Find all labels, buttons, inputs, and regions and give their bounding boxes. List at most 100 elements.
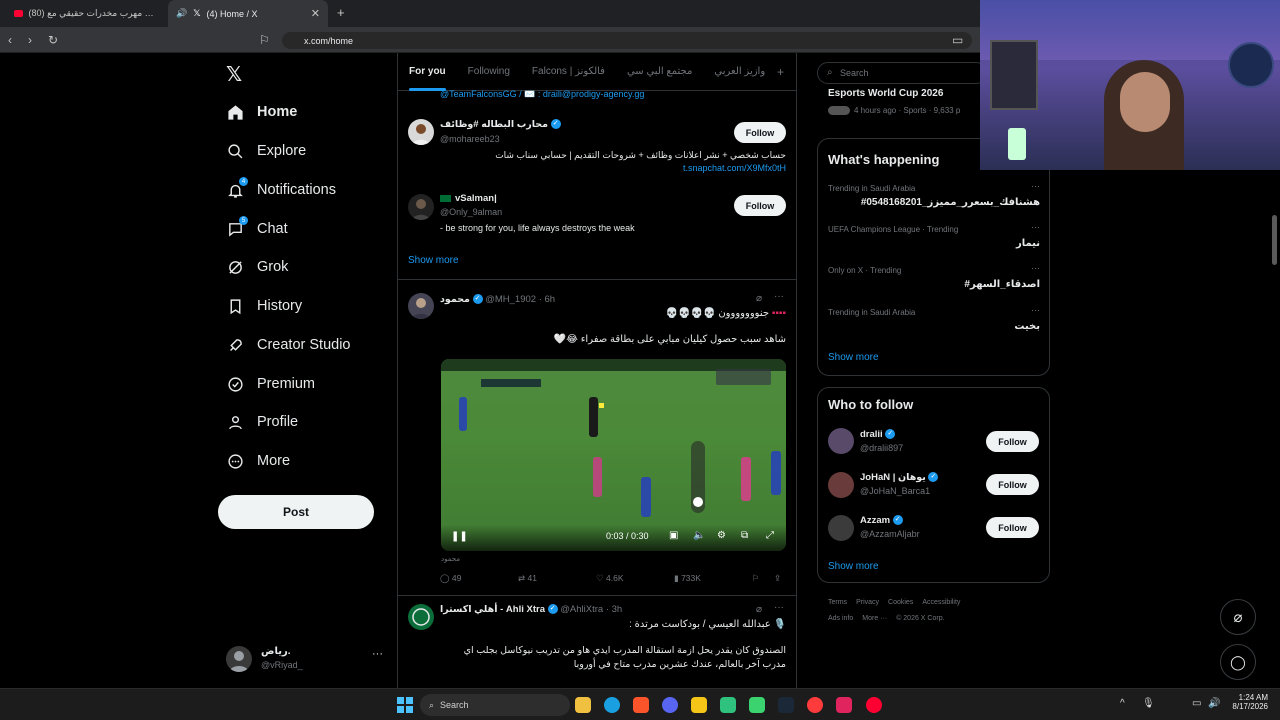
tab-pc-community[interactable]: مجتمع البي سي xyxy=(616,53,703,91)
tweet-avatar[interactable] xyxy=(408,604,434,630)
close-tab-icon[interactable]: ✕ xyxy=(311,7,320,20)
youtube-music-icon[interactable] xyxy=(866,697,882,713)
steam-icon[interactable] xyxy=(778,697,794,713)
tweet-more-icon[interactable]: ··· xyxy=(774,602,784,613)
suggestion-name[interactable]: محارب البطاله #وظائف ✓ xyxy=(440,119,561,130)
grok-small-icon[interactable]: ⌀ xyxy=(756,604,762,615)
tweet-author-name[interactable]: محمود xyxy=(440,294,470,305)
tweet-video[interactable]: ❚❚ 0:03 / 0:30 ▣ 🔈 ⚙ ⧉ ⤢ xyxy=(441,359,786,551)
trend-item[interactable]: Only on X · Trending ··· #اصدقاء_السهر xyxy=(828,263,1040,290)
trend-item[interactable]: UEFA Champions League · Trending ··· نيمار xyxy=(828,222,1040,249)
sidebar-item-creator-studio[interactable]: Creator Studio xyxy=(226,330,351,360)
tray-chevron-icon[interactable]: ^ xyxy=(1120,698,1125,709)
settings-icon[interactable]: ⚙ xyxy=(717,530,726,541)
suggestion-link[interactable]: t.snapchat.com/X9Mfx0tH xyxy=(438,163,786,173)
follow-avatar[interactable] xyxy=(828,515,854,541)
sidebar-item-history[interactable]: History xyxy=(226,291,302,321)
follow-button[interactable]: Follow xyxy=(986,517,1039,538)
footer-privacy[interactable]: Privacy xyxy=(856,599,879,606)
footer-cookies[interactable]: Cookies xyxy=(888,599,913,606)
tab-following[interactable]: Following xyxy=(457,53,521,91)
suggestion-avatar[interactable] xyxy=(408,194,434,220)
footer-ads-info[interactable]: Ads info xyxy=(828,615,853,622)
brave-icon[interactable] xyxy=(633,697,649,713)
sidebar-item-premium[interactable]: Premium xyxy=(226,369,315,399)
browser-tab-youtube[interactable]: (80) داهمت مهرب مخدرات حقيقي مع ... xyxy=(6,0,166,27)
views-button[interactable]: ▮ 733K xyxy=(674,573,701,584)
bookmark-tweet-icon[interactable]: ⚐ xyxy=(752,573,760,584)
app-icon[interactable] xyxy=(836,697,852,713)
volume-tray-icon[interactable]: 🔊 xyxy=(1208,698,1220,709)
follow-name[interactable]: dralii ✓ xyxy=(860,429,896,440)
page-scrollbar[interactable] xyxy=(1272,215,1277,265)
trend-more-icon[interactable]: ··· xyxy=(1031,305,1040,315)
follow-name[interactable]: JoHaN | يوهان ✓ xyxy=(860,472,939,483)
back-icon[interactable]: ‹ xyxy=(8,33,12,47)
pause-icon[interactable]: ❚❚ xyxy=(451,531,468,542)
follow-show-more[interactable]: Show more xyxy=(828,561,879,572)
footer-accessibility[interactable]: Accessibility xyxy=(922,599,960,606)
follow-button[interactable]: Follow xyxy=(986,431,1039,452)
reply-button[interactable]: ◯ 49 xyxy=(440,573,461,584)
account-switcher[interactable]: رياض. @vRiyad_ ··· xyxy=(226,644,386,674)
follow-button[interactable]: Follow xyxy=(734,195,786,216)
trend-item[interactable]: Trending in Saudi Arabia ··· #هشنافك_بسعرر… xyxy=(828,181,1040,208)
forward-icon[interactable]: › xyxy=(28,33,32,47)
footer-more[interactable]: More ··· xyxy=(862,615,887,622)
trend-more-icon[interactable]: ··· xyxy=(1031,222,1040,232)
grok-float-icon[interactable]: ⌀ xyxy=(1220,599,1256,635)
pip-icon[interactable]: ⧉ xyxy=(741,530,748,541)
trend-item[interactable]: Trending in Saudi Arabia ··· بخيت xyxy=(828,305,1040,332)
suggestion-name[interactable]: vSalman| xyxy=(440,193,497,204)
sidebar-item-home[interactable]: Home xyxy=(226,97,297,127)
trend-more-icon[interactable]: ··· xyxy=(1031,263,1040,273)
sidebar-item-grok[interactable]: Grok xyxy=(226,252,288,282)
grok-small-icon[interactable]: ⌀ xyxy=(756,293,762,304)
volume-icon[interactable]: 🔈 xyxy=(693,530,705,541)
footer-terms[interactable]: Terms xyxy=(828,599,847,606)
sidebar-item-explore[interactable]: Explore xyxy=(226,136,306,166)
x-home-logo-icon[interactable]: 𝕏 xyxy=(226,62,242,87)
clock[interactable]: 1:24 AM 8/17/2026 xyxy=(1228,693,1268,711)
bookmark-icon[interactable]: ⚐ xyxy=(259,33,270,47)
follow-avatar[interactable] xyxy=(828,428,854,454)
app-icon[interactable] xyxy=(749,697,765,713)
follow-name[interactable]: Azzam ✓ xyxy=(860,515,903,526)
cast-icon[interactable]: ▭ xyxy=(952,33,963,47)
fullscreen-icon[interactable]: ⤢ xyxy=(766,530,774,541)
like-button[interactable]: ♡ 4.6K xyxy=(596,573,624,584)
file-explorer-icon[interactable] xyxy=(575,697,591,713)
tab-for-you[interactable]: For you xyxy=(398,53,457,91)
sidebar-item-chat[interactable]: 5 Chat xyxy=(226,214,288,244)
trend-more-icon[interactable]: ··· xyxy=(1031,181,1040,191)
windows-start-icon[interactable] xyxy=(397,697,413,713)
tab-falcons[interactable]: Falcons | فالكونز xyxy=(521,53,616,91)
tab-waziz[interactable]: وازيز العربي xyxy=(703,53,776,91)
captions-icon[interactable]: ▣ xyxy=(669,530,678,541)
app-icon[interactable] xyxy=(807,697,823,713)
tweet-avatar[interactable] xyxy=(408,293,434,319)
tweet-more-icon[interactable]: ··· xyxy=(774,291,784,302)
tweet-author-name[interactable]: أهلي اكسترا - Ahli Xtra xyxy=(440,604,545,615)
taskbar-search[interactable]: ⌕ Search xyxy=(420,694,570,716)
sidebar-item-notifications[interactable]: 4 Notifications xyxy=(226,175,336,205)
mic-icon[interactable]: 🎙 xyxy=(1142,698,1155,709)
app-icon[interactable] xyxy=(691,697,707,713)
trends-show-more[interactable]: Show more xyxy=(828,352,879,363)
network-icon[interactable]: ▭ xyxy=(1192,698,1201,709)
url-input[interactable]: x.com/home xyxy=(282,32,972,49)
sidebar-item-more[interactable]: More xyxy=(226,446,290,476)
messages-float-icon[interactable]: ◯ xyxy=(1220,644,1256,680)
event-title[interactable]: Esports World Cup 2026 xyxy=(828,88,943,99)
share-icon[interactable]: ⇪ xyxy=(774,573,781,584)
follow-button[interactable]: Follow xyxy=(734,122,786,143)
post-button[interactable]: Post xyxy=(218,495,374,529)
sidebar-item-profile[interactable]: Profile xyxy=(226,407,298,437)
reload-icon[interactable]: ↻ xyxy=(48,33,58,47)
discord-icon[interactable] xyxy=(662,697,678,713)
tweet-time[interactable]: 6h xyxy=(545,294,556,305)
show-more-link[interactable]: Show more xyxy=(408,255,459,266)
volume-handle[interactable] xyxy=(693,497,703,507)
new-tab-icon[interactable]: + xyxy=(337,5,345,20)
account-more-icon[interactable]: ··· xyxy=(372,648,383,660)
